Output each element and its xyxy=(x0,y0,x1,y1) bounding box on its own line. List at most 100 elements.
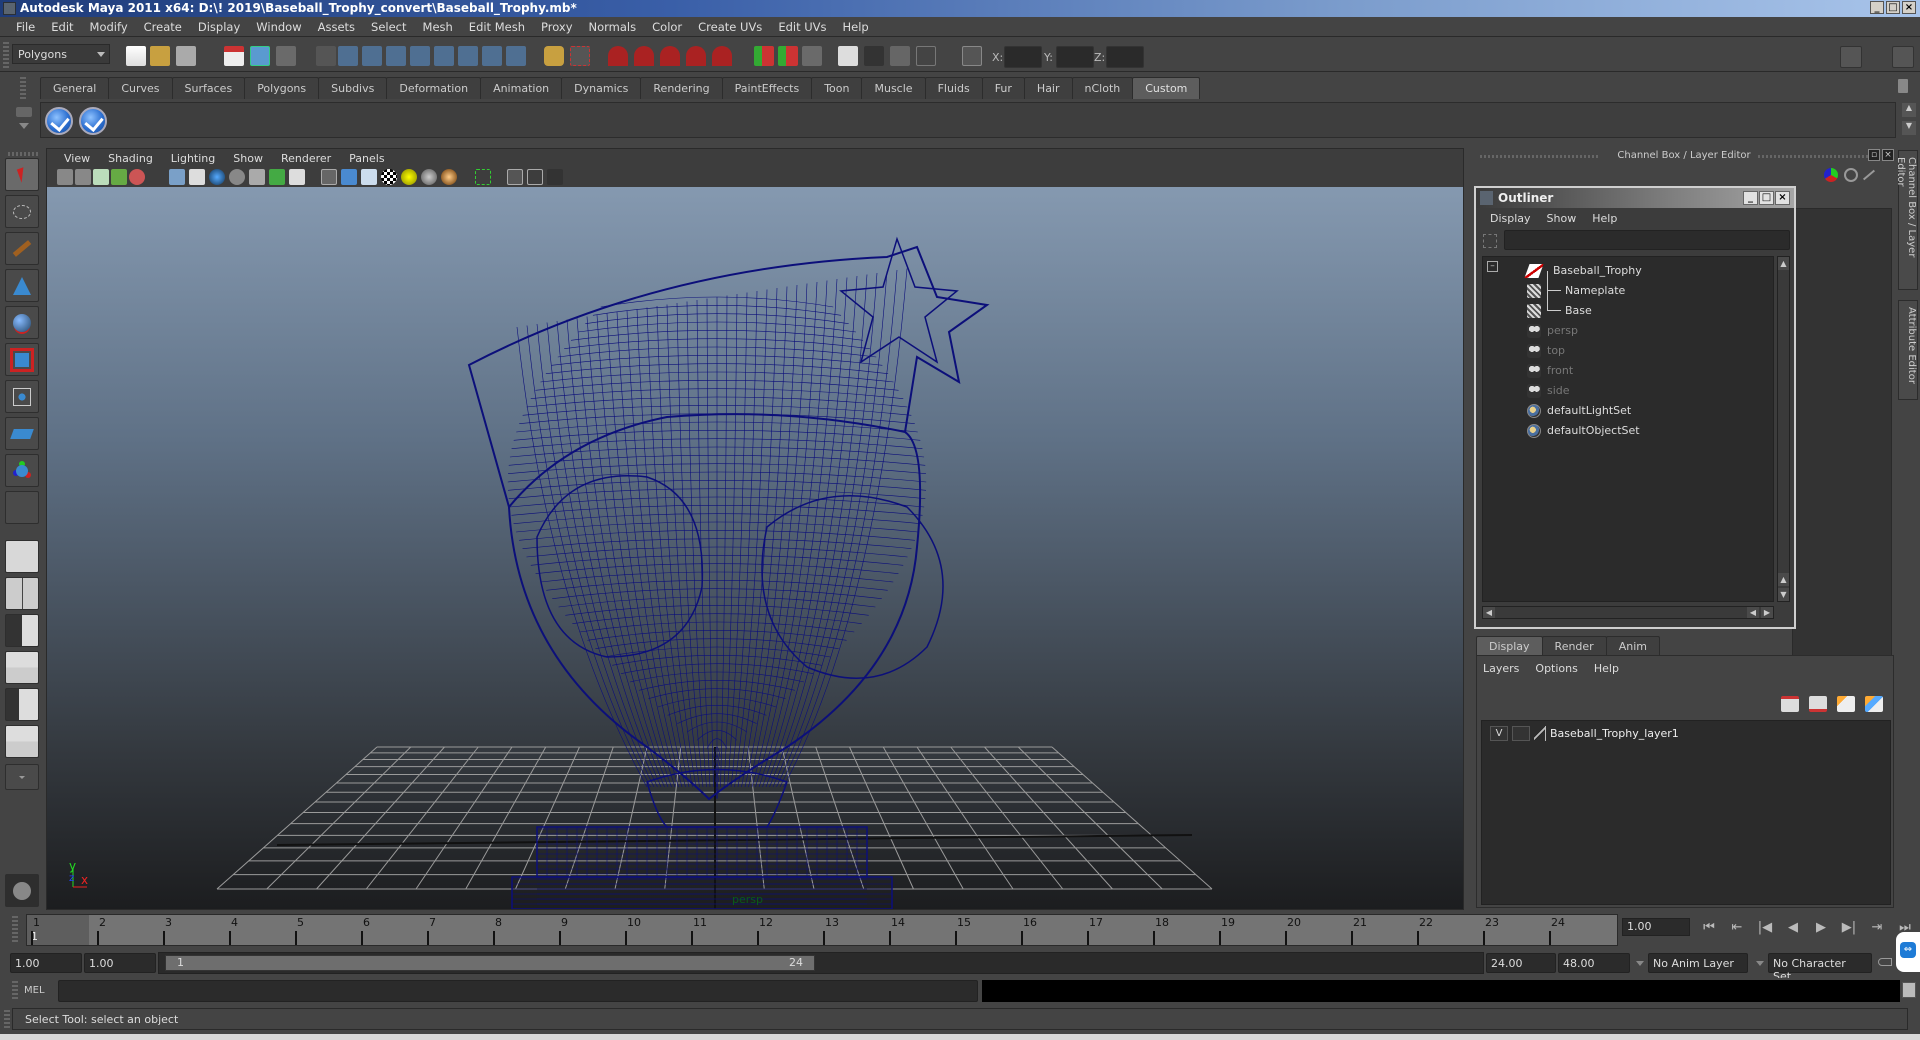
status-line-grip[interactable] xyxy=(3,42,9,68)
channel-box-toggle-icon[interactable] xyxy=(1892,46,1914,68)
maya-logo-button[interactable] xyxy=(5,874,39,907)
menu-modify[interactable]: Modify xyxy=(82,20,136,34)
snap-grid-icon[interactable] xyxy=(608,46,628,66)
channel-speed-icon[interactable] xyxy=(1844,168,1858,182)
lock-selection-icon[interactable] xyxy=(544,46,564,66)
layout-options-button[interactable] xyxy=(5,764,39,790)
trash-icon[interactable] xyxy=(1898,79,1908,93)
select-joints-icon[interactable] xyxy=(362,46,382,66)
x-field[interactable] xyxy=(1004,46,1042,68)
outliner-item[interactable]: top xyxy=(1483,341,1773,361)
shelf-tab-animation[interactable]: Animation xyxy=(480,77,563,99)
shelf-tab-deformation[interactable]: Deformation xyxy=(386,77,482,99)
scroll-down-icon[interactable]: ▼ xyxy=(1778,588,1789,601)
menu-assets[interactable]: Assets xyxy=(310,20,363,34)
scale-tool[interactable] xyxy=(5,343,39,376)
render-current-frame-icon[interactable] xyxy=(864,46,884,66)
menu-help[interactable]: Help xyxy=(835,20,877,34)
layer-menu-help[interactable]: Help xyxy=(1594,662,1619,675)
z-field[interactable] xyxy=(1106,46,1144,68)
menu-window[interactable]: Window xyxy=(248,20,309,34)
render-view-icon[interactable] xyxy=(838,46,858,66)
layer-reference-toggle[interactable] xyxy=(1512,726,1530,741)
move-layer-up-icon[interactable] xyxy=(1781,696,1799,712)
ipr-render-icon[interactable] xyxy=(890,46,910,66)
shelf-tab-polygons[interactable]: Polygons xyxy=(244,77,320,99)
outliner-maximize-button[interactable]: □ xyxy=(1759,191,1774,205)
layer-visibility-toggle[interactable]: V xyxy=(1490,726,1508,741)
wireframe-cube-icon[interactable] xyxy=(321,169,337,185)
shelf-tab-dynamics[interactable]: Dynamics xyxy=(561,77,642,99)
paint-select-tool[interactable] xyxy=(5,232,39,265)
outliner-horizontal-scrollbar[interactable]: ◀ ◀ ▶ xyxy=(1482,606,1774,619)
soft-modification-tool[interactable] xyxy=(5,417,39,450)
range-bar[interactable]: 1 24 xyxy=(158,952,1484,974)
outliner-item[interactable]: Base xyxy=(1483,291,1773,321)
show-manipulator-tool[interactable] xyxy=(5,454,39,487)
maximize-button[interactable]: □ xyxy=(1886,1,1900,14)
shelf-tab-custom[interactable]: Custom xyxy=(1132,77,1201,99)
dock-grip[interactable] xyxy=(1758,155,1868,158)
create-layer-from-selected-icon[interactable] xyxy=(1865,696,1883,712)
go-to-start-icon[interactable]: ⏮ xyxy=(1700,920,1718,936)
end-time-field[interactable]: 48.00 xyxy=(1558,953,1630,973)
wireframe-icon[interactable] xyxy=(169,169,185,185)
rotate-tool[interactable] xyxy=(5,306,39,339)
anim-layer-dropdown[interactable]: No Anim Layer xyxy=(1648,953,1748,973)
x-ray-icon[interactable] xyxy=(249,169,265,185)
outliner-menu-display[interactable]: Display xyxy=(1482,212,1539,225)
select-filter-icon[interactable] xyxy=(316,46,336,66)
command-line-grip[interactable] xyxy=(12,981,18,1001)
persp-graph-hypergraph-layout-button[interactable] xyxy=(5,725,39,758)
menu-color[interactable]: Color xyxy=(644,20,690,34)
command-input[interactable] xyxy=(58,980,978,1002)
high-quality-icon[interactable] xyxy=(441,169,457,185)
construction-history-icon[interactable] xyxy=(802,46,822,66)
wireframe-on-shaded-icon[interactable] xyxy=(361,169,377,185)
shelf-menu-icon[interactable] xyxy=(16,107,32,117)
outliner-vertical-scrollbar[interactable]: ▲ ▲ ▼ xyxy=(1777,256,1790,602)
shelf-tab-subdivs[interactable]: Subdivs xyxy=(318,77,388,99)
menu-edit[interactable]: Edit xyxy=(43,20,81,34)
menu-file[interactable]: File xyxy=(8,20,43,34)
select-camera-icon[interactable] xyxy=(57,169,73,185)
isolate-select-icon[interactable] xyxy=(475,169,491,185)
layer-menu-options[interactable]: Options xyxy=(1535,662,1577,675)
layer-tab-anim[interactable]: Anim xyxy=(1605,636,1660,655)
scroll-up-icon[interactable]: ▲ xyxy=(1778,257,1789,270)
menu-mesh[interactable]: Mesh xyxy=(415,20,461,34)
step-forward-key-icon[interactable]: ⇥ xyxy=(1868,920,1886,936)
help-line-grip[interactable] xyxy=(4,1010,10,1030)
select-handles-icon[interactable] xyxy=(338,46,358,66)
four-view-layout-button[interactable] xyxy=(5,577,39,610)
outliner-persp-layout-button[interactable] xyxy=(5,614,39,647)
scroll-up-icon[interactable]: ▲ xyxy=(1778,573,1789,586)
close-panel-icon[interactable]: × xyxy=(1882,149,1894,161)
viewport-menu-lighting[interactable]: Lighting xyxy=(162,152,224,165)
current-time-field[interactable]: 1.00 xyxy=(1622,918,1690,936)
playback-start-field[interactable]: 1.00 xyxy=(84,953,156,973)
toolbox-grip[interactable] xyxy=(8,152,38,156)
viewport-menu-shading[interactable]: Shading xyxy=(99,152,162,165)
lasso-tool[interactable] xyxy=(5,195,39,228)
two-d-pan-zoom-icon[interactable] xyxy=(129,169,145,185)
filter-icon[interactable] xyxy=(1483,234,1497,248)
menu-create[interactable]: Create xyxy=(136,20,190,34)
menu-select[interactable]: Select xyxy=(363,20,414,34)
smooth-shade-icon[interactable] xyxy=(209,169,225,185)
layer-color-swatch[interactable] xyxy=(1534,726,1546,741)
outliner-item[interactable]: Nameplate xyxy=(1483,271,1773,301)
create-empty-layer-icon[interactable] xyxy=(1837,696,1855,712)
input-line-mode-icon[interactable] xyxy=(962,46,982,66)
playback-end-field[interactable]: 24.00 xyxy=(1486,953,1556,973)
shelf-tab-painteffects[interactable]: PaintEffects xyxy=(721,77,813,99)
textured-icon[interactable] xyxy=(381,169,397,185)
select-tool[interactable] xyxy=(5,158,39,191)
play-backwards-icon[interactable]: ◀ xyxy=(1784,920,1802,936)
single-perspective-layout-button[interactable] xyxy=(5,540,39,573)
select-hierarchy-icon[interactable] xyxy=(224,46,244,66)
move-layer-down-icon[interactable] xyxy=(1809,696,1827,712)
play-forwards-icon[interactable]: ▶ xyxy=(1812,920,1830,936)
select-curves-icon[interactable] xyxy=(386,46,406,66)
texture-icon[interactable] xyxy=(289,169,305,185)
